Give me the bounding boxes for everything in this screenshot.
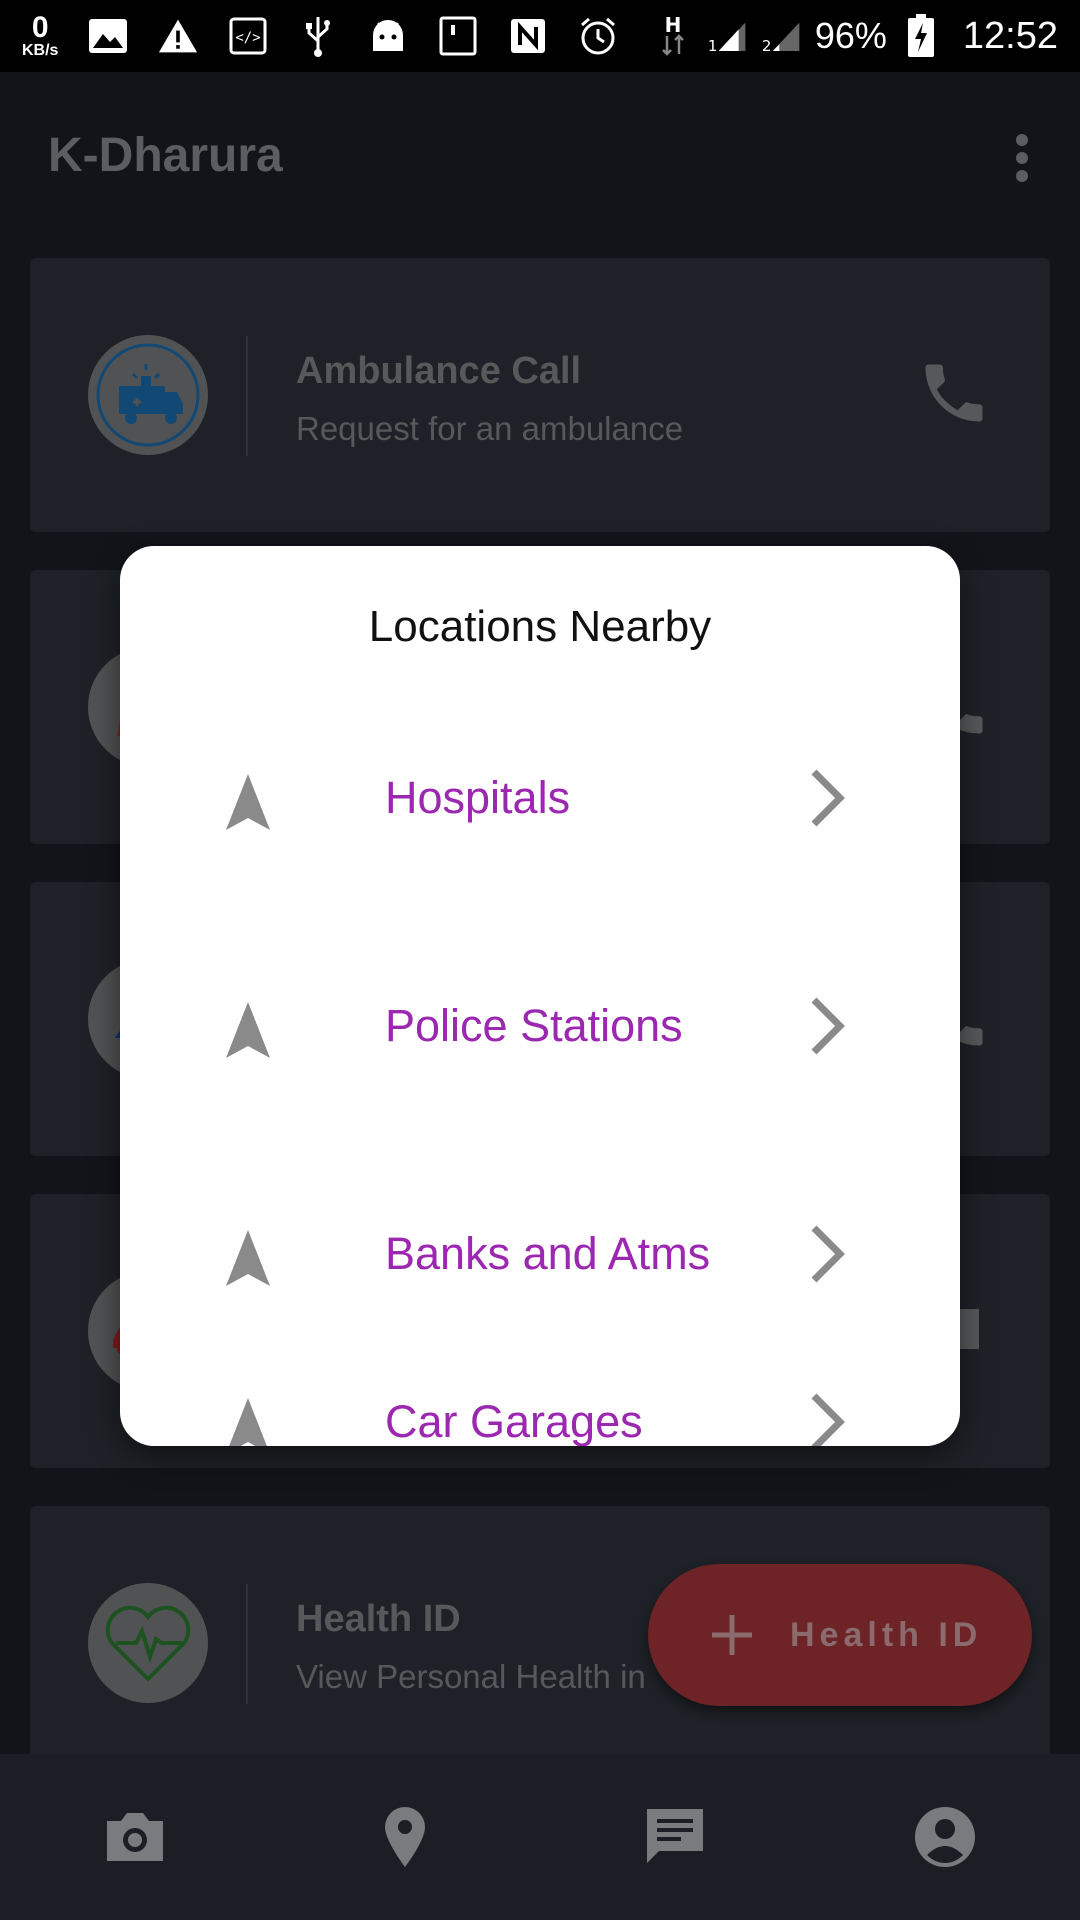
speed-value: 0 [31,11,49,44]
camera-icon[interactable] [93,1795,177,1879]
dialog-title: Locations Nearby [368,602,712,651]
list-item-label: Car Garages [385,1396,643,1446]
battery-charging-icon [901,14,941,57]
plus-icon [712,1615,752,1655]
bottom-navigation [0,1754,1080,1920]
clock: 12:52 [962,14,1058,57]
account-icon[interactable] [903,1795,987,1879]
navigation-arrow-icon [229,1398,267,1446]
warning-icon [158,16,198,56]
navigation-arrow-icon [226,1002,270,1058]
svg-text:</>: </> [236,30,261,46]
navigation-arrow-icon [226,1230,270,1286]
signal-1-icon: 1 [707,16,747,56]
svg-text:1: 1 [708,37,718,55]
android-icon [368,16,408,56]
list-item-hospitals[interactable]: Hospitals [120,738,960,858]
svg-text:2: 2 [762,37,772,55]
chevron-right-icon [811,769,845,827]
list-item-police-stations[interactable]: Police Stations [120,966,960,1086]
locations-nearby-dialog: Locations Nearby Hospitals Police Statio… [120,546,960,1446]
speed-unit: KB/s [22,42,59,59]
image-icon [88,16,128,56]
code-icon: </> [228,16,268,56]
chevron-right-icon [811,1393,845,1446]
sim-icon [438,16,478,56]
alarm-icon [578,16,618,56]
signal-2-icon: 2 [761,16,801,56]
status-bar: 0 KB/s </> H 1 2 96% 12:52 [0,0,1080,72]
hspa-icon: H [653,14,693,56]
nfc-icon [508,16,548,56]
network-speed: 0 KB/s [22,13,58,59]
list-item-label: Banks and Atms [385,1228,711,1279]
health-id-fab[interactable]: Health ID [648,1564,1032,1706]
battery-percent: 96% [814,15,887,56]
location-pin-icon[interactable] [363,1795,447,1879]
list-item-car-garages[interactable]: Car Garages [120,1362,960,1446]
navigation-arrow-icon [226,774,270,830]
chat-icon[interactable] [633,1795,717,1879]
chevron-right-icon [811,1225,845,1283]
chevron-right-icon [811,997,845,1055]
svg-text:H: H [664,14,681,37]
list-item-label: Police Stations [385,1000,683,1051]
usb-icon [298,16,338,57]
list-item-banks-and-atms[interactable]: Banks and Atms [120,1194,960,1314]
list-item-label: Hospitals [385,772,571,823]
fab-label: Health ID [790,1615,983,1654]
